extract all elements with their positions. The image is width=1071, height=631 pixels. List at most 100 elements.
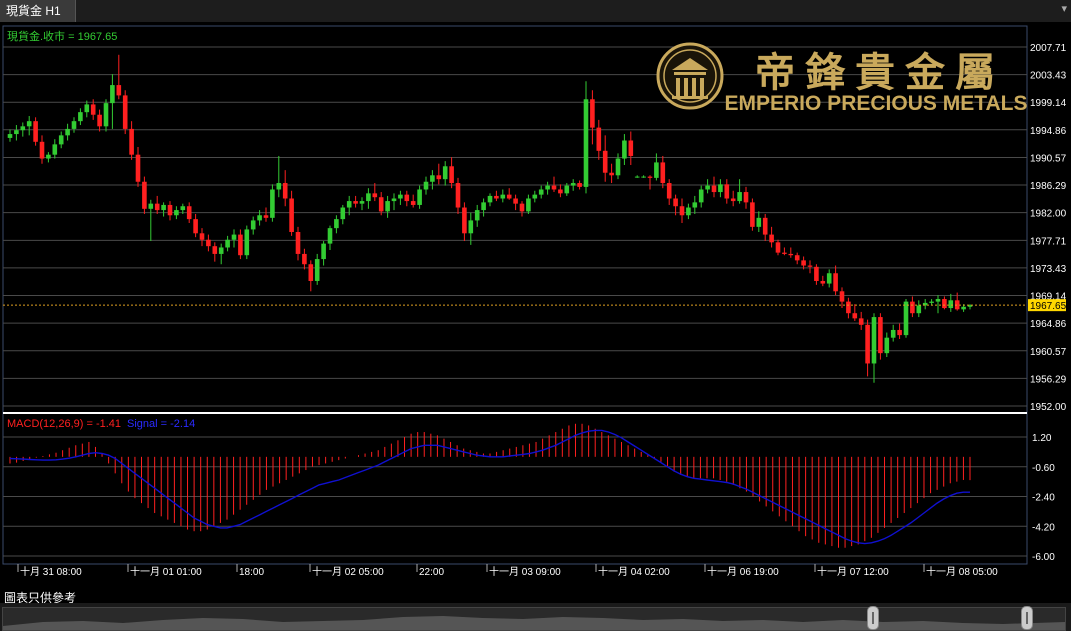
scroll-handle-left[interactable] [867, 606, 879, 630]
candle-body [231, 234, 237, 240]
candle-body [807, 265, 813, 267]
candle-body [257, 215, 262, 221]
time-tick-label: 十一月 06 19:00 [707, 565, 779, 578]
candle-body [762, 217, 768, 235]
candle-body [340, 207, 346, 220]
candle-body [391, 198, 397, 202]
logo-english: EMPERIO PRECIOUS METALS [725, 92, 1028, 115]
candle-body [244, 229, 250, 256]
candle-body [65, 128, 70, 136]
candle-body [718, 184, 723, 193]
current-price-tag: 1967.65 [1028, 299, 1067, 312]
time-tick-label: 十一月 07 12:00 [817, 565, 889, 578]
candle [878, 313, 883, 360]
candle-body [570, 183, 576, 186]
candle-body [404, 194, 410, 202]
candle-body [852, 313, 858, 319]
candle-body [84, 104, 90, 113]
price-tick-label: 1977.71 [1030, 236, 1067, 247]
candle-body [890, 329, 896, 338]
candle-body [346, 201, 352, 208]
candle-body [526, 198, 531, 212]
macd-legend: MACD(12,26,9) = -1.41 Signal = -2.14 [7, 418, 195, 430]
candle-body [398, 194, 403, 199]
time-tick-label: 十月 31 08:00 [20, 565, 82, 578]
tab-bar: 現貨金 H1 ▾ [0, 0, 1071, 23]
candle-body [7, 134, 13, 138]
candle-body [14, 130, 19, 135]
price-tick-label: 1952.00 [1030, 402, 1067, 413]
candle-body [366, 193, 371, 202]
candle-body [481, 202, 486, 211]
candle-body [634, 176, 640, 178]
price-legend: 現貨金.收市 = 1967.65 [7, 29, 117, 43]
time-tick-label: 18:00 [239, 567, 264, 578]
candle-body [26, 121, 32, 127]
candle-body [801, 260, 806, 266]
candle-body [692, 202, 698, 208]
candle-body [935, 299, 941, 302]
candle-body [961, 306, 966, 310]
candle-body [372, 193, 378, 198]
candle-body [775, 242, 781, 253]
candle-body [385, 201, 390, 212]
candle-body [858, 318, 864, 325]
macd-tick-label: -0.60 [1032, 463, 1055, 474]
candle-body [590, 99, 595, 128]
time-tick-label: 22:00 [419, 567, 444, 578]
candle-body [929, 301, 934, 303]
candle-body [410, 201, 416, 205]
candle-body [846, 301, 851, 314]
candle-body [769, 234, 774, 243]
candle-body [58, 135, 64, 145]
candle-body [500, 194, 506, 199]
candle-body [180, 206, 186, 211]
candle-body [135, 154, 141, 182]
candle-body [833, 273, 838, 292]
chart-area[interactable]: 2007.71 2003.43 1999.14 1994.86 1990.57 1986.… [0, 22, 1071, 582]
candle-body [263, 215, 269, 218]
candle-body [666, 183, 672, 199]
candle-body [321, 243, 326, 260]
candle [270, 184, 275, 222]
candle-body [942, 299, 947, 309]
current-price-text: 1967.65 [1030, 301, 1067, 312]
macd-tick-label: -4.20 [1032, 522, 1055, 533]
candle-body [711, 185, 717, 193]
candle-body [660, 162, 666, 184]
scroll-track[interactable] [2, 607, 1066, 631]
macd-legend-value: MACD(12,26,9) = -1.41 [7, 418, 121, 430]
candle-body [647, 176, 653, 178]
candle-body [289, 198, 294, 233]
candle-body [596, 127, 602, 151]
candle-body [839, 291, 845, 302]
candle-body [353, 201, 358, 204]
candle-body [673, 198, 678, 207]
candle-body [641, 176, 646, 178]
candle-body [276, 183, 282, 190]
candle-body [602, 150, 608, 173]
candle-body [193, 219, 198, 234]
candle-body [897, 329, 902, 336]
candle-body [948, 300, 954, 309]
history-scrollbar[interactable] [0, 603, 1071, 631]
candle-body [609, 172, 614, 176]
candle-body [302, 253, 307, 265]
chart-tab[interactable]: 現貨金 H1 [0, 0, 76, 22]
candle-body [698, 189, 704, 203]
window-menu-button[interactable]: ▾ [1061, 2, 1067, 15]
candle-body [884, 337, 890, 354]
price-tick-label: 2007.71 [1030, 43, 1067, 54]
macd-tick-label: -6.00 [1032, 552, 1055, 563]
candle-body [436, 175, 442, 180]
logo-chinese: 帝鋒貴金屬 [755, 50, 1005, 95]
candle-body [167, 204, 173, 216]
candle-body [506, 194, 512, 199]
candle-body [33, 121, 38, 142]
candle [142, 176, 147, 214]
candle-body [142, 181, 147, 209]
scroll-handle-right[interactable] [1021, 606, 1033, 630]
time-tick-label: 十一月 08 05:00 [926, 565, 998, 578]
candle-body [97, 114, 102, 127]
candle-body [782, 252, 787, 254]
